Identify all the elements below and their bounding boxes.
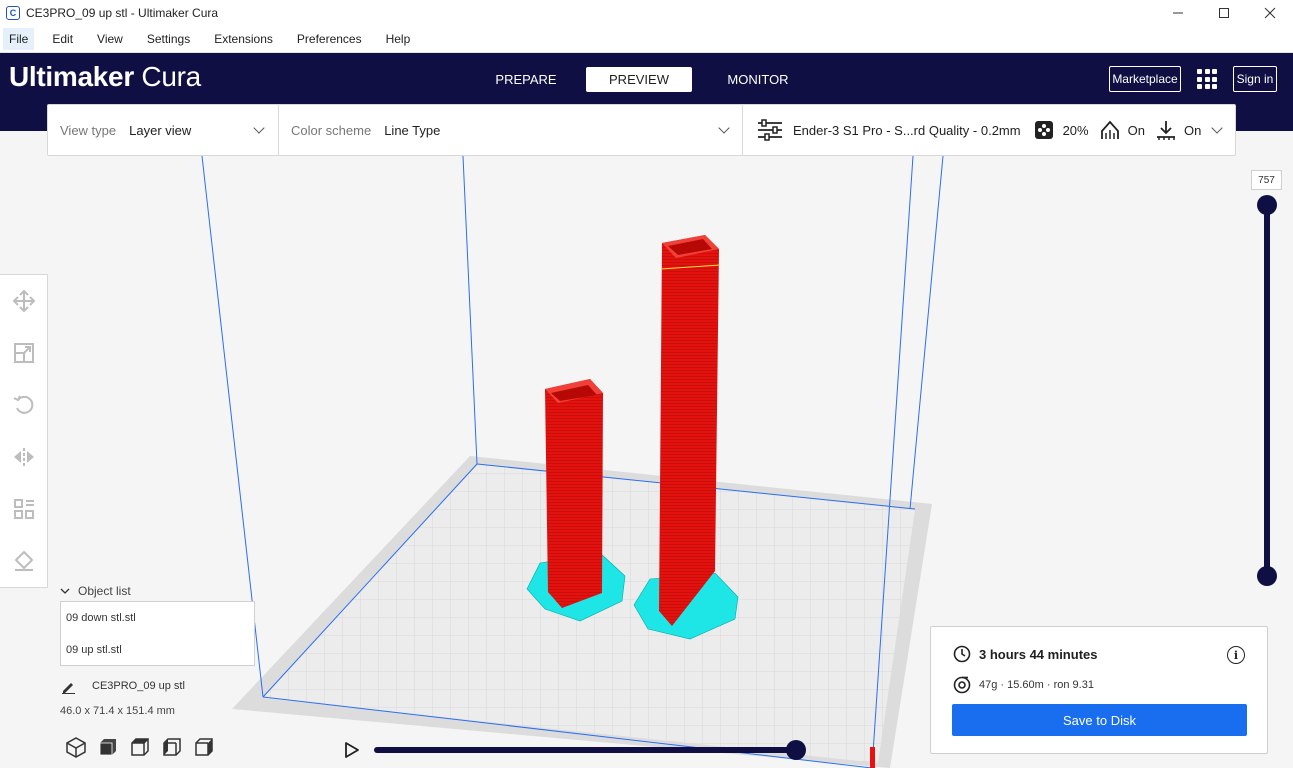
scale-icon <box>14 343 34 363</box>
cube-right-icon <box>195 738 213 756</box>
menu-preferences[interactable]: Preferences <box>291 28 368 50</box>
pencil-icon <box>62 683 75 694</box>
object-list-toggle[interactable]: Object list <box>60 584 131 598</box>
tool-panel <box>0 274 48 588</box>
window-titlebar: C CE3PRO_09 up stl - Ultimaker Cura <box>0 0 1293 26</box>
marketplace-button[interactable]: Marketplace <box>1109 66 1181 92</box>
material-row: 47g · 15.60m · ron 9.31 <box>953 676 1094 694</box>
list-item[interactable]: 09 down stl.stl <box>61 602 254 634</box>
adhesion-value: On <box>1183 122 1202 138</box>
view-left-button[interactable] <box>156 736 188 758</box>
print-settings-dropdown[interactable]: Ender-3 S1 Pro - S...rd Quality - 0.2mm … <box>743 105 1235 155</box>
view-3d-button[interactable] <box>60 736 92 758</box>
maximize-button[interactable] <box>1201 0 1247 26</box>
cube-3d-icon <box>66 737 86 758</box>
rotate-icon <box>13 395 34 414</box>
adhesion-icon <box>1156 121 1175 140</box>
move-icon <box>12 289 36 313</box>
color-scheme-dropdown[interactable]: Color scheme Line Type <box>279 105 743 155</box>
layer-slider-track[interactable] <box>1264 205 1270 576</box>
play-icon <box>345 742 359 758</box>
printer-profile: Ender-3 S1 Pro - S...rd Quality - 0.2mm <box>793 122 1021 138</box>
color-scheme-label: Color scheme <box>291 122 372 138</box>
clock-icon <box>953 645 971 663</box>
print-output-panel: 3 hours 44 minutes i 47g · 15.60m · ron … <box>930 626 1268 754</box>
brand-light: Cura <box>141 61 201 92</box>
support-blocker-icon <box>14 550 34 571</box>
view-toolbar: View type Layer view Color scheme Line T… <box>47 104 1236 156</box>
path-slider-handle[interactable] <box>786 740 806 760</box>
support-icon <box>1100 120 1119 139</box>
tower-left <box>545 379 603 608</box>
close-icon <box>1264 7 1276 19</box>
menu-edit[interactable]: Edit <box>46 28 79 50</box>
spool-icon <box>953 676 971 694</box>
close-window-button[interactable] <box>1247 0 1293 26</box>
view-front-button[interactable] <box>92 736 124 758</box>
list-item[interactable]: 09 up stl.stl <box>61 634 254 666</box>
save-to-disk-button[interactable]: Save to Disk <box>952 704 1247 736</box>
minimize-button[interactable] <box>1155 0 1201 26</box>
brand-bold: Ultimaker <box>9 61 134 92</box>
object-list-header: Object list <box>78 584 131 598</box>
stage-tabs: PREPARE PREVIEW MONITOR <box>481 67 811 92</box>
object-name-field[interactable]: CE3PRO_09 up stl <box>60 678 185 694</box>
menu-extensions[interactable]: Extensions <box>208 28 279 50</box>
settings-sliders-icon <box>758 119 782 141</box>
sign-in-button[interactable]: Sign in <box>1233 66 1277 92</box>
chevron-down-icon <box>60 588 70 594</box>
material-usage: 47g · 15.60m · ron 9.31 <box>979 679 1094 691</box>
info-icon[interactable]: i <box>1227 646 1245 664</box>
support-value: On <box>1127 122 1145 138</box>
tab-preview[interactable]: PREVIEW <box>586 67 692 92</box>
apps-grid-icon[interactable] <box>1197 69 1217 89</box>
path-slider-track[interactable] <box>374 747 798 753</box>
chevron-down-icon <box>253 122 265 134</box>
cube-top-icon <box>131 738 149 756</box>
scale-tool-button[interactable] <box>0 327 48 379</box>
layer-slider-top-handle[interactable] <box>1257 195 1277 215</box>
menu-help[interactable]: Help <box>380 28 417 50</box>
per-model-settings-button[interactable] <box>0 483 48 535</box>
support-blocker-button[interactable] <box>0 535 48 587</box>
menu-settings[interactable]: Settings <box>141 28 196 50</box>
camera-view-buttons <box>60 736 220 758</box>
tab-monitor[interactable]: MONITOR <box>705 67 811 92</box>
tower-right <box>659 235 721 626</box>
cube-front-icon <box>99 739 116 756</box>
view-top-button[interactable] <box>124 736 156 758</box>
print-time-row: 3 hours 44 minutes <box>953 645 1097 663</box>
chevron-down-icon <box>1211 122 1223 134</box>
print-time: 3 hours 44 minutes <box>979 646 1098 662</box>
window-title: CE3PRO_09 up stl - Ultimaker Cura <box>26 6 219 20</box>
play-button[interactable] <box>344 741 360 764</box>
layer-number-field[interactable]: 757 <box>1251 170 1282 190</box>
layer-slider-bottom-handle[interactable] <box>1257 566 1277 586</box>
color-scheme-value: Line Type <box>384 122 441 138</box>
object-dimensions: 46.0 x 71.4 x 151.4 mm <box>60 705 175 717</box>
cura-app-icon: C <box>6 6 20 20</box>
maximize-icon <box>1219 8 1229 18</box>
menu-view[interactable]: View <box>91 28 129 50</box>
menu-file[interactable]: File <box>3 28 35 50</box>
chevron-down-icon <box>718 122 730 134</box>
object-list: 09 down stl.stl 09 up stl.stl <box>60 601 255 666</box>
brand-logo: Ultimaker Cura <box>9 61 201 93</box>
infill-value: 20% <box>1062 122 1089 138</box>
view-right-button[interactable] <box>188 736 220 758</box>
per-model-settings-icon <box>14 499 34 519</box>
object-name: CE3PRO_09 up stl <box>92 680 185 692</box>
view-type-dropdown[interactable]: View type Layer view <box>48 105 279 155</box>
cube-left-icon <box>163 738 181 756</box>
rotate-tool-button[interactable] <box>0 379 48 431</box>
menu-bar: File Edit View Settings Extensions Prefe… <box>0 26 1293 53</box>
move-tool-button[interactable] <box>0 275 48 327</box>
mirror-tool-button[interactable] <box>0 431 48 483</box>
view-type-label: View type <box>60 122 117 138</box>
mirror-icon <box>14 448 34 466</box>
view-type-value: Layer view <box>129 122 192 138</box>
tab-prepare[interactable]: PREPARE <box>481 67 571 92</box>
minimize-icon <box>1173 12 1183 14</box>
infill-icon <box>1034 121 1053 139</box>
